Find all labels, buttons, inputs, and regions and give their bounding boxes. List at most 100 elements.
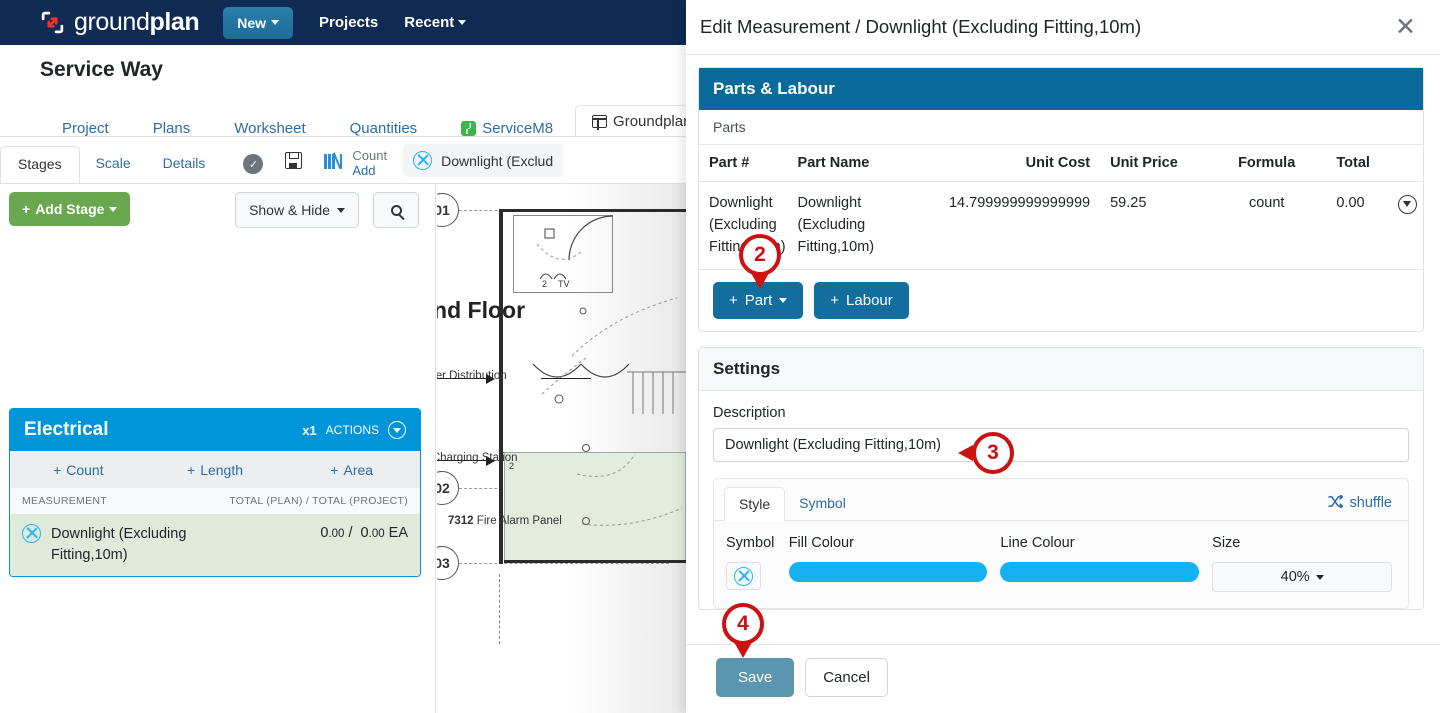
leader-line: [437, 460, 489, 461]
line-colour-swatch[interactable]: [1000, 562, 1200, 583]
chevron-down-icon: [458, 20, 467, 25]
leader-arrow: [486, 374, 495, 384]
save-button[interactable]: Save: [716, 658, 795, 697]
stage-actions-label[interactable]: ACTIONS: [326, 423, 379, 437]
highlighted-area: [504, 452, 686, 562]
add-area-button[interactable]: + Area: [283, 451, 420, 488]
add-part-label: Part: [744, 292, 773, 310]
tally-count-icon[interactable]: [324, 152, 343, 174]
chevron-down-icon: [779, 298, 788, 304]
nav-link-projects-label: Projects: [319, 14, 379, 31]
size-column: Size 40%: [1212, 535, 1396, 593]
measurement-toolbar: Stages Scale Details ✓ Count Add Downlig…: [0, 137, 686, 184]
tab-style[interactable]: Style: [724, 487, 786, 522]
tab-project[interactable]: Project: [40, 120, 131, 137]
plan-label: V Charging Station: [437, 452, 518, 464]
stage-add-row: + Count + Length + Area: [10, 451, 420, 488]
symbol-picker-button[interactable]: [726, 562, 761, 591]
circle-chevron-down-icon[interactable]: [388, 421, 406, 439]
shuffle-label: shuffle: [1349, 495, 1392, 512]
tab-stages[interactable]: Stages: [0, 146, 80, 184]
stage-multiplier: x1: [302, 422, 317, 438]
grid-line: [459, 563, 669, 564]
add-stage-button[interactable]: + Add Stage: [9, 192, 131, 226]
size-select[interactable]: 40%: [1212, 562, 1393, 593]
annotation-number: 2: [739, 234, 781, 276]
size-label: Size: [1212, 535, 1241, 552]
plan-canvas[interactable]: 01 02 03 und Floor 2 TV 2 ower Dis: [437, 184, 686, 713]
wall: [499, 209, 686, 212]
show-hide-button[interactable]: Show & Hide: [235, 192, 359, 228]
wall: [499, 209, 503, 564]
brand-logo[interactable]: groundplan: [40, 8, 200, 37]
chevron-down-icon: [109, 206, 118, 212]
table-row[interactable]: Downlight (Excluding Fitting,10m) Downli…: [699, 182, 1423, 270]
plus-icon: +: [330, 461, 339, 478]
column-measurement: MEASUREMENT: [22, 495, 107, 507]
tab-quantities[interactable]: Quantities: [328, 120, 440, 137]
parts-section-label: Parts: [699, 110, 1423, 145]
tab-details[interactable]: Details: [147, 155, 222, 183]
floppy-save-icon[interactable]: [285, 152, 303, 174]
groundplan-logo-icon: [40, 10, 65, 35]
row-menu-cell[interactable]: [1391, 182, 1423, 270]
new-button[interactable]: New: [223, 6, 294, 39]
active-measurement-chip[interactable]: Downlight (Exclud: [403, 144, 564, 177]
add-labour-button[interactable]: + Labour: [814, 282, 909, 320]
fill-colour-column: Fill Colour: [788, 535, 988, 592]
th-unit-cost: Unit Cost: [909, 145, 1097, 182]
add-count-button[interactable]: + Count: [10, 451, 147, 488]
close-icon[interactable]: ✕: [1395, 14, 1416, 40]
circle-chevron-down-icon[interactable]: [1397, 194, 1417, 214]
fire-alarm-label: Fire Alarm Panel: [476, 515, 562, 527]
plus-icon: +: [729, 292, 738, 310]
chevron-down-icon: [337, 207, 345, 213]
th-total: Total: [1322, 145, 1392, 182]
nav-link-projects[interactable]: Projects: [319, 14, 378, 31]
annotation-marker-2: 2: [739, 234, 781, 289]
fill-colour-swatch[interactable]: [788, 562, 988, 583]
count-add-button[interactable]: Count Add: [352, 148, 388, 179]
tab-servicem8[interactable]: ServiceM8: [439, 120, 575, 137]
tab-scale-label: Scale: [95, 155, 131, 171]
parts-labour-actions: + Part + Labour: [699, 269, 1423, 331]
tab-style-label: Style: [739, 496, 771, 513]
th-part-number: Part #: [699, 145, 792, 182]
description-label: Description: [713, 405, 786, 422]
add-length-button[interactable]: + Length: [147, 451, 284, 488]
annotation-number: 4: [722, 603, 764, 645]
circle-x-symbol-icon: [734, 566, 753, 586]
add-label: Add: [352, 163, 376, 179]
description-value: Downlight (Excluding Fitting,10m): [725, 437, 941, 454]
stage-column-headers: MEASUREMENT TOTAL (PLAN) / TOTAL (PROJEC…: [10, 488, 420, 514]
circle-x-symbol-icon: [22, 524, 41, 543]
add-area-label: Area: [343, 461, 374, 478]
tab-plans[interactable]: Plans: [131, 120, 213, 137]
symbol-column: Symbol: [726, 535, 776, 592]
stage-header[interactable]: Electrical x1 ACTIONS: [10, 409, 420, 451]
stage-name: Electrical: [24, 419, 109, 440]
search-button[interactable]: [373, 192, 419, 228]
groundplan-tab-icon: [592, 115, 608, 130]
symbol-label: Symbol: [726, 535, 775, 552]
annotation-number: 3: [972, 432, 1014, 474]
tab-worksheet[interactable]: Worksheet: [212, 120, 327, 137]
add-stage-label: Add Stage: [35, 201, 105, 217]
style-controls: Symbol Fill Colour Line Colour Size 40%: [714, 521, 1408, 608]
cell-unit-cost: 14.799999999999999: [948, 195, 1091, 211]
tab-stages-label: Stages: [18, 156, 62, 172]
parts-labour-header: Parts & Labour: [699, 68, 1423, 110]
tab-scale[interactable]: Scale: [80, 155, 147, 183]
nav-link-recent[interactable]: Recent: [404, 14, 467, 31]
add-length-label: Length: [200, 461, 244, 478]
count-label: Count: [352, 148, 388, 164]
add-count-label: Count: [66, 461, 104, 478]
tab-symbol[interactable]: Symbol: [785, 487, 860, 519]
cell-unit-price: 59.25: [1110, 195, 1147, 211]
cancel-button[interactable]: Cancel: [805, 658, 888, 697]
leader-line: [541, 378, 591, 379]
shuffle-button[interactable]: shuffle: [1327, 493, 1398, 512]
check-circle-icon[interactable]: ✓: [243, 154, 264, 174]
list-item[interactable]: Downlight (Excluding Fitting,10m) 0.00 /…: [10, 514, 420, 577]
description-input[interactable]: Downlight (Excluding Fitting,10m): [713, 428, 1409, 463]
